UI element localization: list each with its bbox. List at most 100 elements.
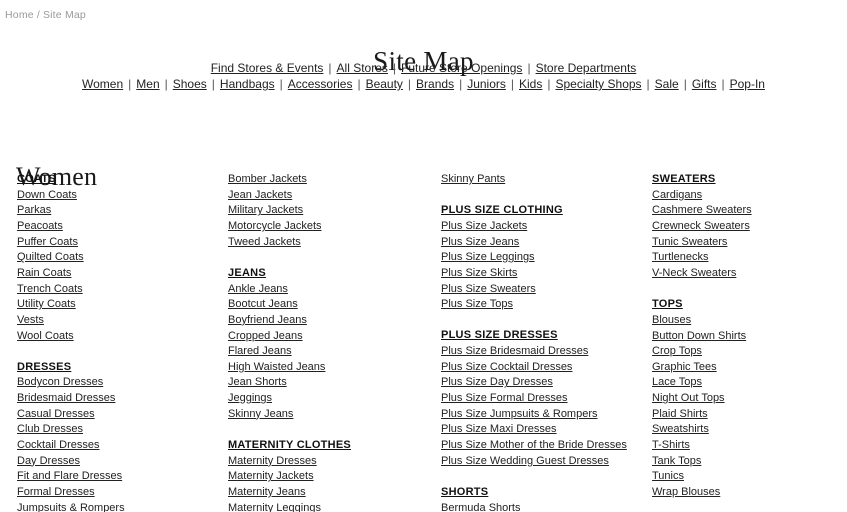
sitemap-link-vests[interactable]: Vests [17,313,222,329]
nav-link-gifts[interactable]: Gifts [692,77,717,91]
sitemap-link-lace-tops[interactable]: Lace Tops [652,375,847,391]
sitemap-link-plus-size-wedding-guest-dresses[interactable]: Plus Size Wedding Guest Dresses [441,454,646,470]
nav-link-beauty[interactable]: Beauty [366,77,403,91]
sitemap-link-maternity-jeans[interactable]: Maternity Jeans [228,485,433,501]
sitemap-link-club-dresses[interactable]: Club Dresses [17,422,222,438]
nav-link-pop-in[interactable]: Pop-In [730,77,765,91]
sitemap-link-tunics[interactable]: Tunics [652,469,847,485]
sitemap-link-crewneck-sweaters[interactable]: Crewneck Sweaters [652,219,847,235]
sitemap-link-jean-shorts[interactable]: Jean Shorts [228,375,433,391]
sitemap-link-formal-dresses[interactable]: Formal Dresses [17,485,222,501]
nav-link-find-stores-events[interactable]: Find Stores & Events [211,61,324,75]
nav-divider: | [211,77,215,91]
sitemap-link-plus-size-mother-of-the-bride-dresses[interactable]: Plus Size Mother of the Bride Dresses [441,438,646,454]
sitemap-link-plus-size-jumpsuits-rompers[interactable]: Plus Size Jumpsuits & Rompers [441,407,646,423]
sitemap-link-plus-size-tops[interactable]: Plus Size Tops [441,297,646,313]
sitemap-link-boyfriend-jeans[interactable]: Boyfriend Jeans [228,313,433,329]
sitemap-link-plus-size-bridesmaid-dresses[interactable]: Plus Size Bridesmaid Dresses [441,344,646,360]
group-header-dresses[interactable]: DRESSES [17,360,222,376]
sitemap-link-puffer-coats[interactable]: Puffer Coats [17,235,222,251]
sitemap-link-tank-tops[interactable]: Tank Tops [652,454,847,470]
nav-link-sale[interactable]: Sale [655,77,679,91]
sitemap-link-plus-size-jackets[interactable]: Plus Size Jackets [441,219,646,235]
sitemap-link-bridesmaid-dresses[interactable]: Bridesmaid Dresses [17,391,222,407]
sitemap-link-crop-tops[interactable]: Crop Tops [652,344,847,360]
group-header-plus-size-dresses[interactable]: PLUS SIZE DRESSES [441,328,646,344]
sitemap-link-plus-size-jeans[interactable]: Plus Size Jeans [441,235,646,251]
sitemap-link-plus-size-sweaters[interactable]: Plus Size Sweaters [441,282,646,298]
sitemap-link-cocktail-dresses[interactable]: Cocktail Dresses [17,438,222,454]
group-header-maternity-clothes[interactable]: MATERNITY CLOTHES [228,438,433,454]
sitemap-link-peacoats[interactable]: Peacoats [17,219,222,235]
sitemap-link-plus-size-formal-dresses[interactable]: Plus Size Formal Dresses [441,391,646,407]
sitemap-link-jumpsuits-rompers[interactable]: Jumpsuits & Rompers [17,501,222,512]
sitemap-link-flared-jeans[interactable]: Flared Jeans [228,344,433,360]
nav-link-juniors[interactable]: Juniors [467,77,506,91]
sitemap-link-night-out-tops[interactable]: Night Out Tops [652,391,847,407]
sitemap-link-graphic-tees[interactable]: Graphic Tees [652,360,847,376]
sitemap-link-button-down-shirts[interactable]: Button Down Shirts [652,329,847,345]
sitemap-link-turtlenecks[interactable]: Turtlenecks [652,250,847,266]
group-header-sweaters[interactable]: SWEATERS [652,172,847,188]
sitemap-link-quilted-coats[interactable]: Quilted Coats [17,250,222,266]
sitemap-link-bootcut-jeans[interactable]: Bootcut Jeans [228,297,433,313]
sitemap-link-military-jackets[interactable]: Military Jackets [228,203,433,219]
sitemap-link-plaid-shirts[interactable]: Plaid Shirts [652,407,847,423]
nav-link-store-departments[interactable]: Store Departments [536,61,637,75]
sitemap-link-bodycon-dresses[interactable]: Bodycon Dresses [17,375,222,391]
nav-link-kids[interactable]: Kids [519,77,542,91]
group-header-jeans[interactable]: JEANS [228,266,433,282]
sitemap-link-skinny-jeans[interactable]: Skinny Jeans [228,407,433,423]
sitemap-group: COATS Down Coats Parkas Peacoats Puffer Coat… [17,172,222,344]
sitemap-link-plus-size-day-dresses[interactable]: Plus Size Day Dresses [441,375,646,391]
sitemap-link-parkas[interactable]: Parkas [17,203,222,219]
sitemap-link-motorcycle-jackets[interactable]: Motorcycle Jackets [228,219,433,235]
sitemap-link-fit-and-flare-dresses[interactable]: Fit and Flare Dresses [17,469,222,485]
nav-link-shoes[interactable]: Shoes [173,77,207,91]
sitemap-link-maternity-jackets[interactable]: Maternity Jackets [228,469,433,485]
sitemap-link-tunic-sweaters[interactable]: Tunic Sweaters [652,235,847,251]
sitemap-link-casual-dresses[interactable]: Casual Dresses [17,407,222,423]
sitemap-link-ankle-jeans[interactable]: Ankle Jeans [228,282,433,298]
sitemap-link-plus-size-cocktail-dresses[interactable]: Plus Size Cocktail Dresses [441,360,646,376]
nav-link-brands[interactable]: Brands [416,77,454,91]
sitemap-link-cropped-jeans[interactable]: Cropped Jeans [228,329,433,345]
sitemap-link-wrap-blouses[interactable]: Wrap Blouses [652,485,847,501]
sitemap-link-bomber-jackets[interactable]: Bomber Jackets [228,172,433,188]
sitemap-link-plus-size-leggings[interactable]: Plus Size Leggings [441,250,646,266]
sitemap-link-t-shirts[interactable]: T-Shirts [652,438,847,454]
nav-link-handbags[interactable]: Handbags [220,77,275,91]
sitemap-link-rain-coats[interactable]: Rain Coats [17,266,222,282]
sitemap-link-jeggings[interactable]: Jeggings [228,391,433,407]
group-header-plus-size-clothing[interactable]: PLUS SIZE CLOTHING [441,203,646,219]
sitemap-link-day-dresses[interactable]: Day Dresses [17,454,222,470]
sitemap-link-blouses[interactable]: Blouses [652,313,847,329]
sitemap-link-trench-coats[interactable]: Trench Coats [17,282,222,298]
group-header-shorts[interactable]: SHORTS [441,485,646,501]
nav-link-all-stores[interactable]: All Stores [337,61,388,75]
nav-link-specialty-shops[interactable]: Specialty Shops [555,77,641,91]
group-header-coats[interactable]: COATS [17,172,222,188]
sitemap-link-high-waisted-jeans[interactable]: High Waisted Jeans [228,360,433,376]
sitemap-link-jean-jackets[interactable]: Jean Jackets [228,188,433,204]
sitemap-link-v-neck-sweaters[interactable]: V-Neck Sweaters [652,266,847,282]
sitemap-link-maternity-leggings[interactable]: Maternity Leggings [228,501,433,512]
sitemap-link-tweed-jackets[interactable]: Tweed Jackets [228,235,433,251]
sitemap-link-bermuda-shorts[interactable]: Bermuda Shorts [441,501,646,512]
sitemap-link-cardigans[interactable]: Cardigans [652,188,847,204]
nav-link-men[interactable]: Men [136,77,159,91]
sitemap-link-maternity-dresses[interactable]: Maternity Dresses [228,454,433,470]
nav-link-future-store-openings[interactable]: Future Store Openings [401,61,522,75]
group-header-tops[interactable]: TOPS [652,297,847,313]
sitemap-link-wool-coats[interactable]: Wool Coats [17,329,222,345]
sitemap-link-skinny-pants[interactable]: Skinny Pants [441,172,646,188]
sitemap-link-plus-size-maxi-dresses[interactable]: Plus Size Maxi Dresses [441,422,646,438]
sitemap-link-down-coats[interactable]: Down Coats [17,188,222,204]
sitemap-link-utility-coats[interactable]: Utility Coats [17,297,222,313]
nav-link-accessories[interactable]: Accessories [288,77,353,91]
sitemap-link-plus-size-skirts[interactable]: Plus Size Skirts [441,266,646,282]
nav-link-women[interactable]: Women [82,77,123,91]
sitemap-link-cashmere-sweaters[interactable]: Cashmere Sweaters [652,203,847,219]
sitemap-link-sweatshirts[interactable]: Sweatshirts [652,422,847,438]
breadcrumb-home-link[interactable]: Home [5,9,34,21]
